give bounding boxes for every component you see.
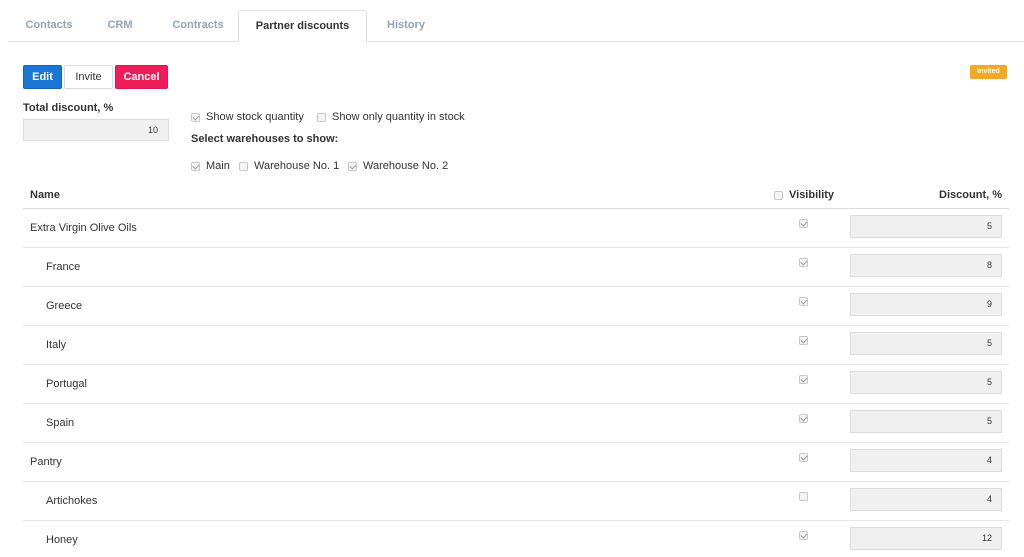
visibility-checkbox[interactable] xyxy=(799,297,808,306)
visibility-checkbox[interactable] xyxy=(799,219,808,228)
status-badge: Invited xyxy=(970,65,1007,79)
edit-button[interactable]: Edit xyxy=(23,65,62,89)
row-visibility xyxy=(799,531,808,543)
discount-input[interactable]: 5 xyxy=(850,215,1002,238)
visibility-checkbox[interactable] xyxy=(799,414,808,423)
table-row: France 8 xyxy=(23,248,1009,287)
row-name: Spain xyxy=(46,417,75,429)
row-name: Artichokes xyxy=(46,495,98,507)
show-stock-quantity-option[interactable]: Show stock quantity xyxy=(191,111,304,123)
row-visibility xyxy=(799,492,808,504)
discount-input[interactable]: 12 xyxy=(850,527,1002,550)
show-only-in-stock-checkbox[interactable] xyxy=(317,112,326,122)
invite-button[interactable]: Invite xyxy=(64,65,113,89)
warehouse-2-option[interactable]: Warehouse No. 2 xyxy=(348,160,448,172)
row-name: Honey xyxy=(46,534,78,546)
total-discount-label: Total discount, % xyxy=(23,102,114,114)
row-name: Italy xyxy=(46,339,67,351)
show-stock-quantity-checkbox[interactable] xyxy=(191,112,200,122)
discount-input[interactable]: 8 xyxy=(850,254,1002,277)
table-row: Greece 9 xyxy=(23,287,1009,326)
visibility-checkbox[interactable] xyxy=(799,453,808,462)
column-header-name: Name xyxy=(30,189,60,201)
visibility-select-all-checkbox[interactable] xyxy=(774,190,783,200)
warehouses-label: Select warehouses to show: xyxy=(191,133,339,145)
row-name: Pantry xyxy=(30,456,62,468)
show-only-in-stock-option[interactable]: Show only quantity in stock xyxy=(317,111,465,123)
tab-contracts[interactable]: Contracts xyxy=(160,10,236,42)
row-visibility xyxy=(799,297,808,309)
tab-history[interactable]: History xyxy=(372,10,440,42)
discount-input[interactable]: 5 xyxy=(850,410,1002,433)
row-visibility xyxy=(799,453,808,465)
warehouse-1-checkbox[interactable] xyxy=(239,161,248,171)
warehouse-main-checkbox[interactable] xyxy=(191,161,200,171)
row-name: Extra Virgin Olive Oils xyxy=(30,222,137,234)
warehouse-main-label: Main xyxy=(206,160,230,172)
warehouse-main-option[interactable]: Main xyxy=(191,160,230,172)
discount-input[interactable]: 5 xyxy=(850,332,1002,355)
discount-input[interactable]: 4 xyxy=(850,449,1002,472)
table-row: Honey 12 xyxy=(23,521,1009,557)
table-row: Extra Virgin Olive Oils 5 xyxy=(23,209,1009,248)
total-discount-input[interactable]: 10 xyxy=(23,119,169,141)
show-only-in-stock-label: Show only quantity in stock xyxy=(332,111,465,123)
visibility-checkbox[interactable] xyxy=(799,375,808,384)
table-row: Artichokes 4 xyxy=(23,482,1009,521)
row-name: Greece xyxy=(46,300,83,312)
table-row: Portugal 5 xyxy=(23,365,1009,404)
row-name: France xyxy=(46,261,81,273)
cancel-button[interactable]: Cancel xyxy=(115,65,168,89)
visibility-checkbox[interactable] xyxy=(799,531,808,540)
table-row: Spain 5 xyxy=(23,404,1009,443)
warehouse-1-label: Warehouse No. 1 xyxy=(254,160,340,172)
tab-partner-discounts[interactable]: Partner discounts xyxy=(238,10,367,43)
warehouse-2-checkbox[interactable] xyxy=(348,161,357,171)
visibility-checkbox[interactable] xyxy=(799,258,808,267)
discount-input[interactable]: 9 xyxy=(850,293,1002,316)
column-header-visibility: Visibility xyxy=(774,189,834,201)
row-visibility xyxy=(799,375,808,387)
visibility-checkbox[interactable] xyxy=(799,336,808,345)
discount-input[interactable]: 5 xyxy=(850,371,1002,394)
tab-bar: Contacts CRM Contracts Partner discounts… xyxy=(8,0,1024,43)
warehouse-2-label: Warehouse No. 2 xyxy=(363,160,449,172)
discount-input[interactable]: 4 xyxy=(850,488,1002,511)
row-visibility xyxy=(799,258,808,270)
table-row: Italy 5 xyxy=(23,326,1009,365)
visibility-header-label: Visibility xyxy=(789,189,835,201)
show-stock-quantity-label: Show stock quantity xyxy=(206,111,304,123)
table-row: Pantry 4 xyxy=(23,443,1009,482)
visibility-checkbox[interactable] xyxy=(799,492,808,501)
tab-contacts[interactable]: Contacts xyxy=(16,10,82,42)
row-name: Portugal xyxy=(46,378,87,390)
column-header-discount: Discount, % xyxy=(939,189,1002,201)
tab-crm[interactable]: CRM xyxy=(96,10,144,42)
row-visibility xyxy=(799,414,808,426)
row-visibility xyxy=(799,336,808,348)
row-visibility xyxy=(799,219,808,231)
warehouse-1-option[interactable]: Warehouse No. 1 xyxy=(239,160,339,172)
